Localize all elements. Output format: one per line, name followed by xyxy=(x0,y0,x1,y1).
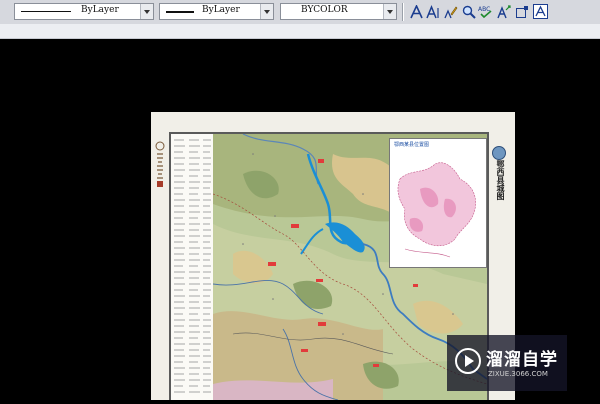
text-frame-icon[interactable] xyxy=(532,3,548,20)
legend-text-column xyxy=(171,134,213,400)
edit-text-icon[interactable] xyxy=(443,3,459,20)
find-text-icon[interactable] xyxy=(461,3,477,20)
linetype-preview xyxy=(21,11,71,12)
watermark: 溜溜自学 ZIXUE.3066.COM xyxy=(447,335,567,391)
map-title: 鄂西县城图 xyxy=(496,160,505,200)
watermark-url: ZIXUE.3066.COM xyxy=(488,370,548,378)
linetype-dropdown[interactable]: ByLayer xyxy=(14,3,154,20)
lineweight-dropdown[interactable]: ByLayer xyxy=(159,3,274,20)
lineweight-value: ByLayer xyxy=(202,5,240,15)
decorative-seal-icon xyxy=(154,140,166,190)
chevron-down-icon[interactable] xyxy=(383,4,396,19)
single-line-text-icon[interactable] xyxy=(425,3,441,20)
plotstyle-value: BYCOLOR xyxy=(301,5,348,15)
properties-toolbar: ByLayer ByLayer BYCOLOR ABC xyxy=(0,0,600,25)
chevron-down-icon[interactable] xyxy=(260,4,273,19)
justify-text-icon[interactable] xyxy=(514,3,530,20)
scale-text-icon[interactable] xyxy=(496,3,512,20)
chevron-down-icon[interactable] xyxy=(140,4,153,19)
toolbar-separator xyxy=(402,3,404,21)
toolbar-strip xyxy=(0,24,600,39)
emblem-icon xyxy=(492,146,506,160)
plotstyle-dropdown[interactable]: BYCOLOR xyxy=(280,3,397,20)
linetype-value: ByLayer xyxy=(81,5,119,15)
spell-check-icon[interactable]: ABC xyxy=(478,3,494,20)
play-logo-icon xyxy=(455,348,481,374)
watermark-title: 溜溜自学 xyxy=(486,350,558,370)
location-inset-map: 鄂西某县位置图 xyxy=(389,138,487,268)
multiline-text-icon[interactable] xyxy=(408,3,424,20)
lineweight-preview xyxy=(166,11,194,13)
svg-text:ABC: ABC xyxy=(478,6,490,13)
